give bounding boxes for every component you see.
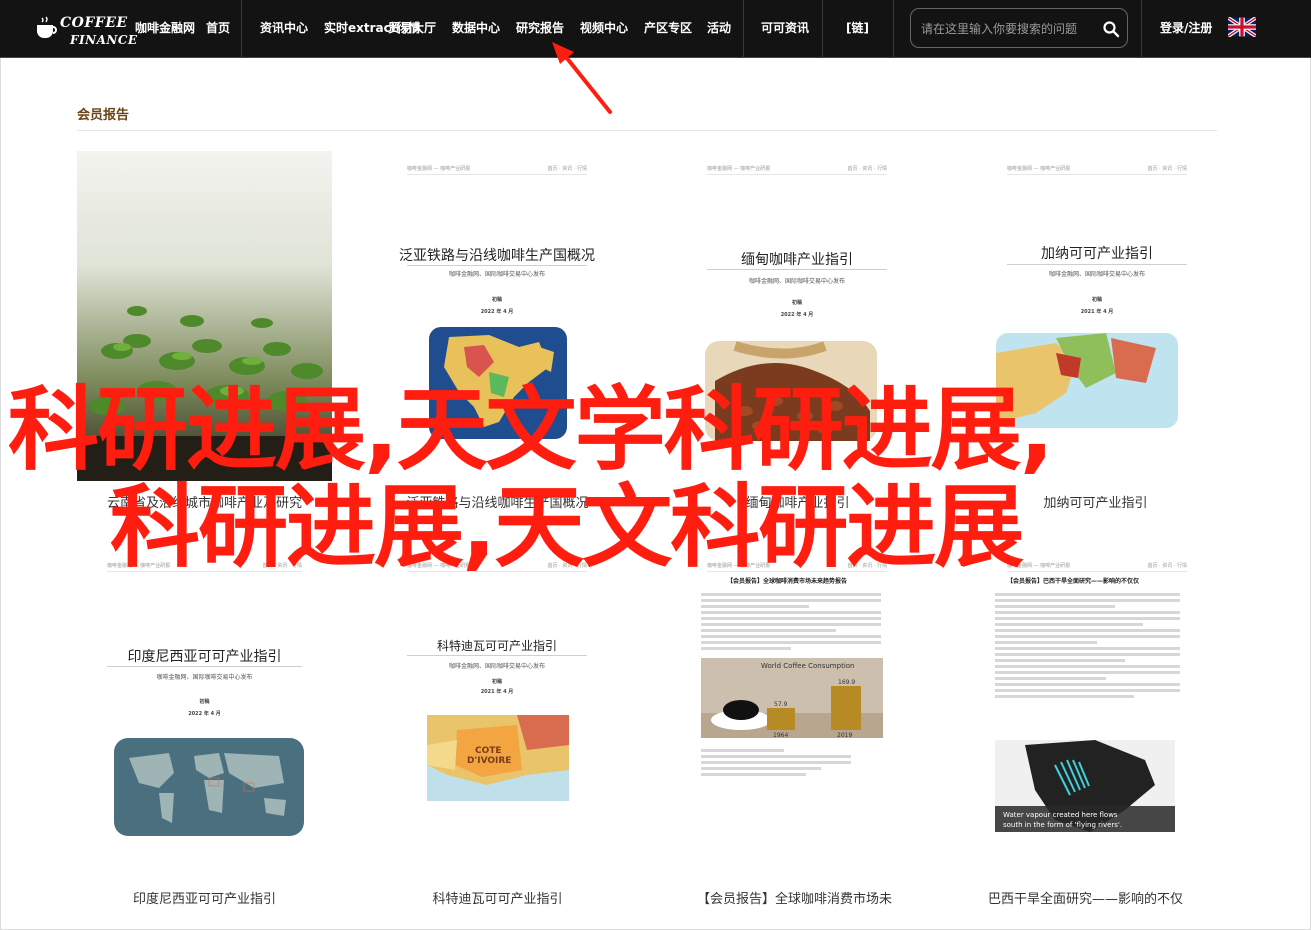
doc-publisher: 咖啡金融网、国际咖啡交易中心发布 (748, 278, 845, 285)
nav-research-reports[interactable]: 研究报告 (516, 20, 564, 36)
ivory-coast-map-image: COTE D'IVOIRE (427, 715, 569, 801)
nav-cocoa-news[interactable]: 可可资讯 (761, 20, 809, 36)
consumption-chart-image: World Coffee Consumption 57.9 169.9 1964… (701, 658, 883, 738)
doc-publisher: 咖啡金融网、国际咖啡交易中心发布 (156, 674, 253, 681)
overlay-headline-line1: 科研进展,天文学科研进展, (8, 378, 1054, 483)
doc-date: 2022 年 4 月 (480, 309, 514, 315)
doc-text-lines (701, 590, 881, 653)
english-flag-icon[interactable] (1228, 17, 1256, 37)
doc-draft-label: 初稿 (791, 300, 802, 306)
nav-divider (241, 0, 242, 58)
overlay-headline-line2: 科研进展,天文科研进展 (110, 475, 1024, 580)
nav-coffee-finance[interactable]: 咖啡金融网 (135, 20, 195, 36)
doc-date: 2022 年 4 月 (188, 711, 221, 717)
logo-line1: COFFEE (60, 15, 128, 31)
card-caption[interactable]: 科特迪瓦可可产业指引 (370, 888, 625, 907)
doc-rule (1007, 264, 1187, 265)
brazil-map-image: Water vapour created here flows south in… (995, 740, 1175, 832)
chart-value-2019: 169.9 (838, 679, 855, 686)
chart-title-text: World Coffee Consumption (761, 662, 854, 670)
doc-rule (107, 666, 302, 667)
nav-home[interactable]: 首页 (206, 20, 230, 36)
doc-date: 2021 年 4 月 (480, 689, 514, 695)
map-caption-line1: Water vapour created here flows (1003, 811, 1118, 819)
card-caption[interactable]: 巴西干旱全面研究——影响的不仅 (958, 888, 1213, 907)
chart-year-2019: 2019 (837, 732, 852, 738)
login-register-link[interactable]: 登录/注册 (1160, 20, 1212, 36)
report-card-ivory-coast[interactable]: 咖啡金融网 — 咖啡产业研报 首页 · 资讯 · 行情 科特迪瓦可可产业指引 咖啡… (377, 540, 617, 845)
doc-text-lines (701, 746, 851, 779)
nav-events[interactable]: 活动 (707, 20, 731, 36)
nav-trade-hall[interactable]: 贸易大厅 (388, 20, 436, 36)
nav-divider (743, 0, 744, 58)
svg-text:D'IVOIRE: D'IVOIRE (467, 756, 511, 766)
search-box (910, 8, 1128, 48)
logo-line2: FINANCE (70, 33, 138, 47)
doc-draft-label: 初稿 (491, 679, 502, 685)
search-icon[interactable] (1102, 20, 1120, 38)
doc-date: 2022 年 4 月 (780, 312, 814, 318)
doc-title: 加纳可可产业指引 (1041, 246, 1153, 262)
nav-origin-zone[interactable]: 产区专区 (644, 20, 692, 36)
doc-draft-label: 初稿 (199, 699, 210, 705)
chart-year-1964: 1964 (773, 732, 788, 738)
search-input[interactable] (921, 19, 1101, 39)
world-map-image (114, 738, 304, 836)
nav-divider (822, 0, 823, 58)
nav-video-center[interactable]: 视频中心 (580, 20, 628, 36)
red-arrow-annotation (552, 42, 612, 114)
doc-rule (407, 265, 587, 266)
doc-header: 咖啡金融网 — 咖啡产业研报 首页 · 资讯 · 行情 (1007, 165, 1187, 175)
doc-publisher: 咖啡金融网、国际咖啡交易中心发布 (448, 663, 545, 670)
nav-divider (1141, 0, 1142, 58)
doc-publisher: 咖啡金融网、国际咖啡交易中心发布 (448, 271, 545, 278)
doc-draft-label: 初稿 (491, 297, 502, 303)
doc-title: 缅甸咖啡产业指引 (741, 252, 853, 268)
doc-title: 【会员报告】巴西干旱全面研究——影响的不仅仅 (1007, 578, 1140, 585)
report-card-indonesia[interactable]: 咖啡金融网 — 咖啡产业研报 首页 · 资讯 · 行情 印度尼西亚可可产业指引 咖… (77, 540, 332, 845)
section-title: 会员报告 (77, 108, 130, 123)
coffee-cup-icon (37, 16, 57, 38)
nav-news-center[interactable]: 资讯中心 (260, 20, 308, 36)
doc-draft-label: 初稿 (1091, 297, 1102, 303)
svg-text:COTE: COTE (475, 746, 502, 756)
section-divider (77, 130, 1217, 131)
doc-title: 印度尼西亚可可产业指引 (127, 649, 282, 665)
doc-header: 咖啡金融网 — 咖啡产业研报 首页 · 资讯 · 行情 (1007, 562, 1187, 572)
card-caption[interactable]: 【会员报告】全球咖啡消费市场未 (667, 888, 922, 907)
report-card-brazil-drought[interactable]: 咖啡金融网 — 咖啡产业研报 首页 · 资讯 · 行情 【会员报告】巴西干旱全面研… (977, 540, 1217, 845)
doc-title: 泛亚铁路与沿线咖啡生产国概况 (399, 248, 595, 264)
report-card-global-consumption[interactable]: 咖啡金融网 — 咖啡产业研报 首页 · 资讯 · 行情 【会员报告】全球咖啡消费市… (677, 540, 917, 845)
doc-date: 2021 年 4 月 (1080, 309, 1114, 315)
site-logo[interactable]: COFFEE FINANCE (30, 7, 137, 51)
doc-publisher: 咖啡金融网、国际咖啡交易中心发布 (1048, 271, 1145, 278)
doc-rule (407, 655, 587, 656)
nav-data-center[interactable]: 数据中心 (452, 20, 500, 36)
nav-link[interactable]: [链] (846, 20, 869, 36)
card-caption[interactable]: 印度尼西亚可可产业指引 (77, 888, 332, 907)
doc-rule (707, 269, 887, 270)
doc-text-lines (995, 590, 1180, 701)
map-caption-line2: south in the form of 'flying rivers'. (1003, 821, 1122, 829)
doc-title: 科特迪瓦可可产业指引 (436, 639, 557, 653)
chart-value-1964: 57.9 (774, 701, 788, 708)
doc-header: 咖啡金融网 — 咖啡产业研报 首页 · 资讯 · 行情 (707, 165, 887, 175)
top-navbar: COFFEE FINANCE 咖啡金融网 首页 资讯中心 实时extract行情… (0, 0, 1311, 58)
doc-header: 咖啡金融网 — 咖啡产业研报 首页 · 资讯 · 行情 (407, 165, 587, 175)
nav-divider (893, 0, 894, 58)
